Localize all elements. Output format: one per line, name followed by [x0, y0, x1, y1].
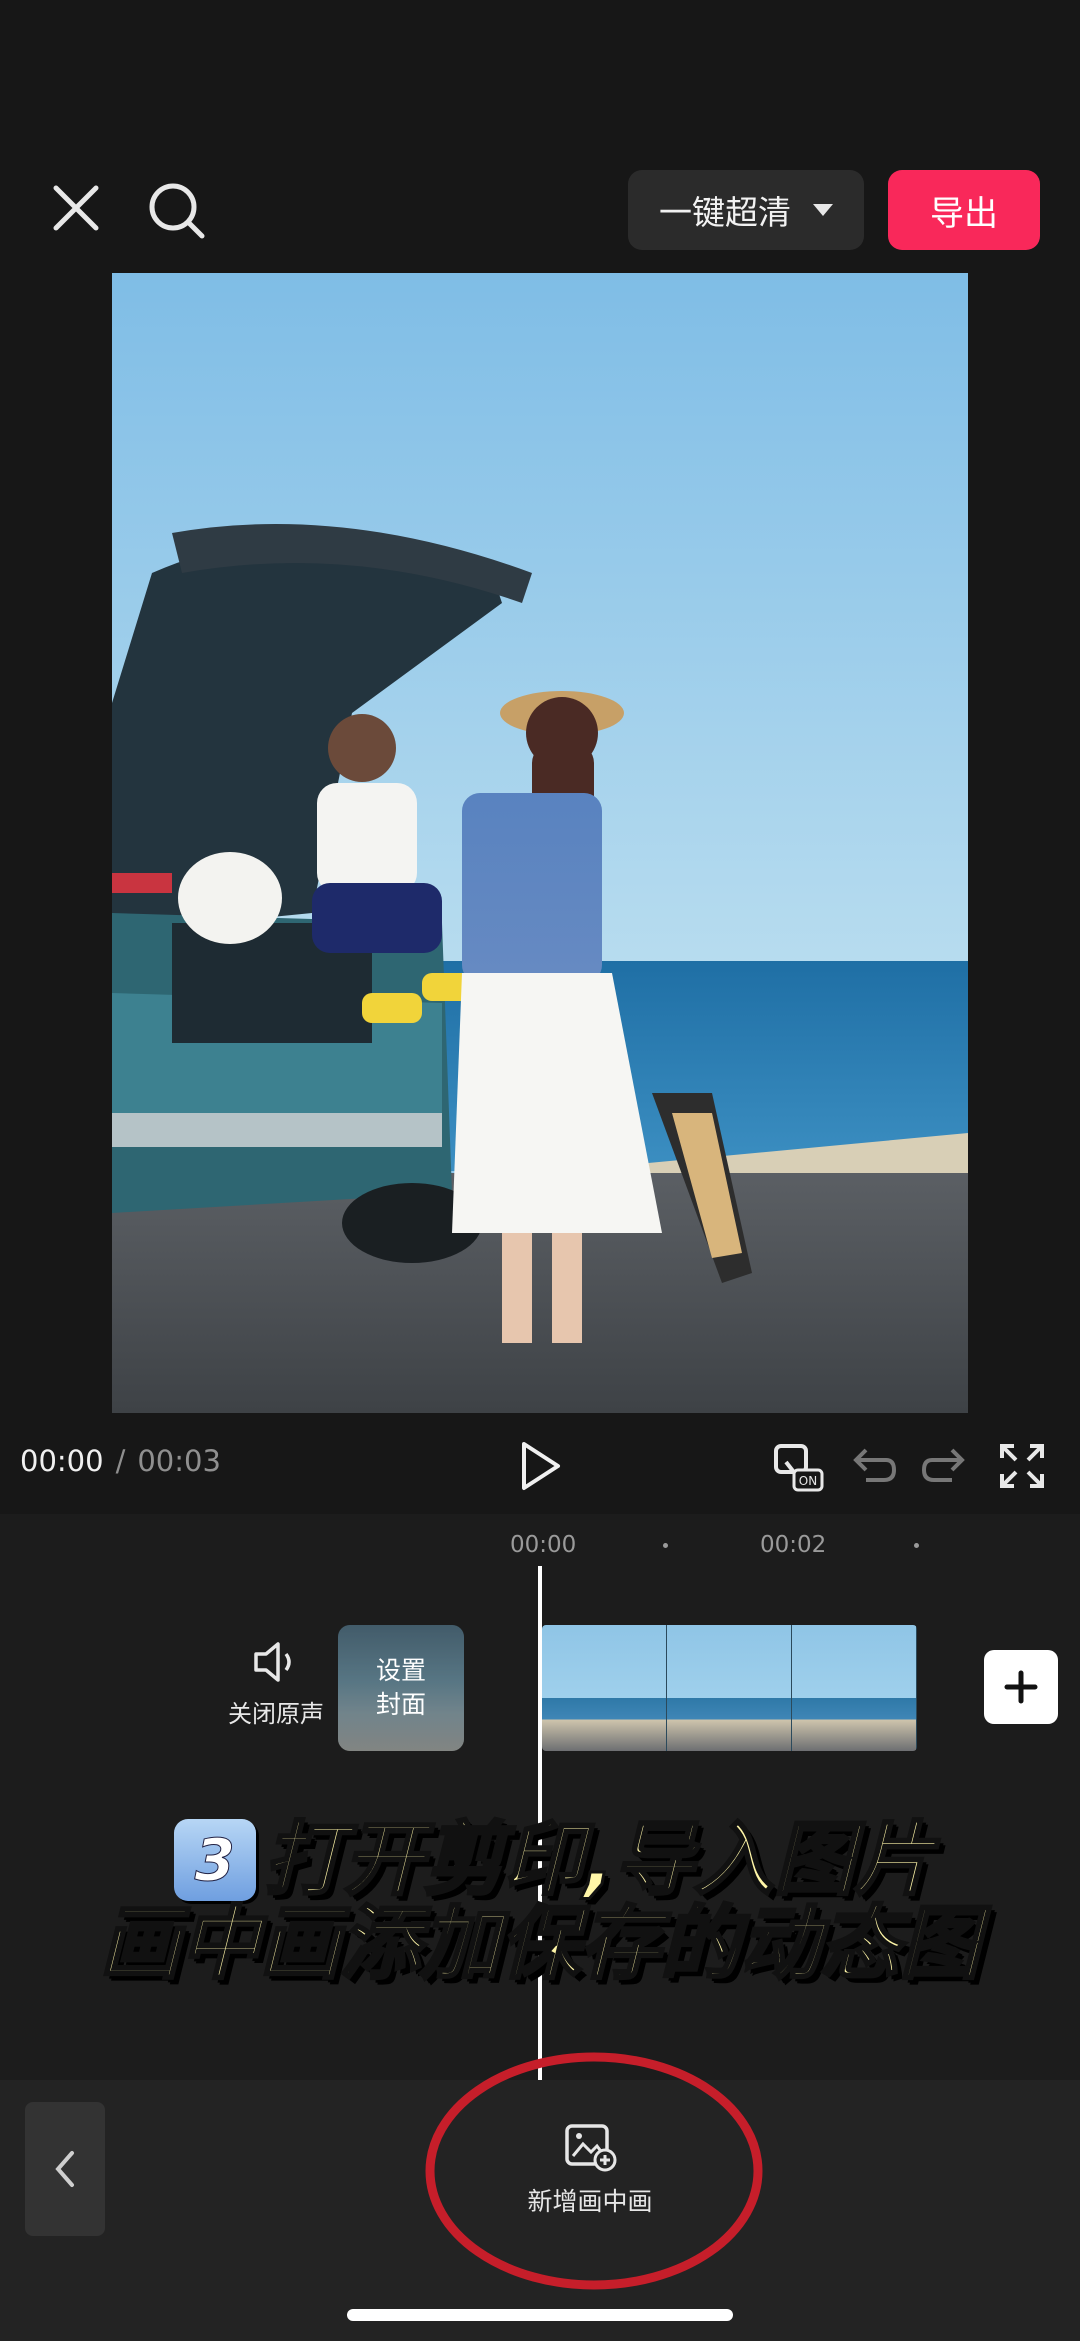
speaker-icon	[254, 1642, 291, 1682]
mute-label: 关闭原声	[228, 1700, 324, 1728]
timeline-tick: 00:00	[510, 1532, 577, 1558]
video-clip-track[interactable]	[542, 1625, 917, 1751]
export-button[interactable]: 导出	[888, 170, 1040, 250]
caption-line-1-text: 打开剪印,导入图片	[262, 1813, 935, 1906]
clip-thumbnail	[667, 1625, 792, 1751]
time-separator: /	[115, 1444, 126, 1478]
preview-photo	[112, 273, 968, 1413]
cover-label: 设置 封面	[338, 1625, 464, 1751]
export-label: 导出	[930, 193, 998, 234]
time-display: 00:00 / 00:03	[20, 1444, 221, 1478]
close-icon	[53, 185, 99, 231]
chevron-left-icon	[55, 2151, 74, 2187]
tutorial-caption: 3 打开剪印,导入图片 画中画添加保存的动态图	[0, 1813, 1080, 1990]
back-button[interactable]	[25, 2102, 105, 2236]
total-time: 00:03	[137, 1444, 221, 1478]
search-button[interactable]	[146, 180, 208, 242]
clip-thumbnail	[792, 1625, 917, 1751]
add-clip-button[interactable]	[984, 1650, 1058, 1724]
fullscreen-button[interactable]	[996, 1440, 1048, 1492]
current-time: 00:00	[20, 1444, 104, 1478]
undo-icon	[853, 1448, 897, 1482]
quality-label: 一键超清	[659, 193, 791, 232]
timeline-tick: 00:02	[760, 1532, 827, 1558]
play-icon	[522, 1442, 560, 1490]
video-preview[interactable]	[112, 273, 968, 1413]
set-cover-button[interactable]: 设置 封面	[338, 1625, 464, 1751]
fullscreen-icon	[1000, 1444, 1044, 1488]
caption-line-1: 3 打开剪印,导入图片	[28, 1813, 1080, 1906]
play-button[interactable]	[516, 1438, 564, 1494]
caret-down-icon	[813, 204, 833, 216]
annotation-ellipse	[425, 2052, 763, 2290]
keyframe-on-button[interactable]: ON	[772, 1440, 824, 1492]
plus-icon	[1004, 1670, 1038, 1704]
close-button[interactable]	[48, 180, 104, 236]
timeline-dot	[663, 1543, 668, 1548]
home-indicator[interactable]	[347, 2309, 733, 2321]
clip-thumbnail	[542, 1625, 667, 1751]
svg-text:ON: ON	[799, 1474, 817, 1488]
redo-icon	[921, 1448, 965, 1482]
search-icon	[149, 183, 205, 239]
redo-button[interactable]	[920, 1440, 972, 1492]
mute-original-audio-button[interactable]: 关闭原声	[218, 1640, 334, 1740]
timeline-dot	[914, 1543, 919, 1548]
step-badge: 3	[173, 1819, 256, 1901]
quality-dropdown[interactable]: 一键超清	[628, 170, 864, 250]
undo-button[interactable]	[846, 1440, 898, 1492]
keyframe-on-icon: ON	[774, 1444, 824, 1492]
caption-line-2: 画中画添加保存的动态图	[99, 1897, 982, 1990]
